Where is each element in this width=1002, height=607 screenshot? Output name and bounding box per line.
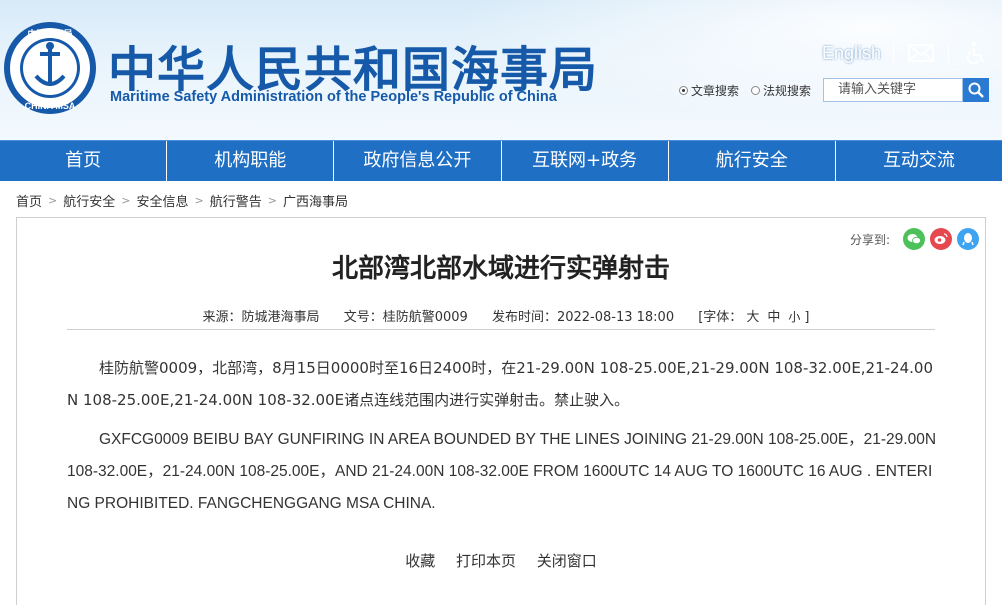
- article-source: 来源：防城港海事局: [202, 310, 320, 325]
- breadcrumb-item[interactable]: 安全信息: [136, 191, 188, 210]
- article-container: 分享到: 北部湾北部水域进行实弹射击 来源：防城港海事局 文号：桂防航警0009…: [16, 217, 986, 605]
- breadcrumb-item[interactable]: 首页: [16, 191, 42, 210]
- search-option-regulation[interactable]: 法规搜索: [751, 82, 811, 99]
- breadcrumb: 首页 > 航行安全 > 安全信息 > 航行警告 > 广西海事局: [16, 191, 348, 210]
- top-links: English: [822, 40, 991, 66]
- chevron-right-icon: >: [194, 194, 204, 207]
- share-bar: 分享到:: [850, 228, 979, 250]
- font-size-large[interactable]: 大: [746, 310, 759, 325]
- share-label: 分享到:: [849, 232, 890, 247]
- divider: [893, 43, 895, 63]
- msa-logo: 中国海事局 CHINA MSA: [4, 22, 96, 114]
- radio-unchecked[interactable]: [751, 85, 761, 95]
- logo-top-text: 中国海事局: [27, 28, 72, 40]
- font-size-small[interactable]: 小: [788, 310, 800, 324]
- main-nav: 首页 机构职能 政府信息公开 互联网+政务 航行安全 互动交流: [0, 140, 1002, 181]
- chevron-right-icon: >: [121, 194, 131, 207]
- search-bar: 文章搜索 法规搜索 请输入关键字: [679, 78, 990, 102]
- chevron-right-icon: >: [48, 194, 58, 207]
- article-body-cn: 桂防航警0009，北部湾，8月15日0000时至16日2400时，在21-29.…: [67, 359, 934, 409]
- search-option-article[interactable]: 文章搜索: [679, 82, 739, 99]
- chevron-right-icon: >: [267, 194, 277, 207]
- breadcrumb-item[interactable]: 广西海事局: [283, 191, 348, 210]
- breadcrumb-item[interactable]: 航行警告: [210, 191, 262, 210]
- site-header: 中国海事局 CHINA MSA 中华人民共和国海事局 Maritime Safe…: [0, 0, 1002, 140]
- favorite-link[interactable]: 收藏: [405, 552, 435, 570]
- divider: [67, 329, 935, 330]
- wechat-icon[interactable]: [903, 228, 925, 250]
- breadcrumb-item[interactable]: 航行安全: [63, 191, 115, 210]
- article-body-en: GXFCG0009 BEIBU BAY GUNFIRING IN AREA BO…: [67, 431, 937, 512]
- english-link[interactable]: English: [822, 43, 881, 64]
- divider: [948, 43, 950, 63]
- weibo-icon[interactable]: [930, 228, 952, 250]
- font-size-label: [字体：: [698, 310, 743, 325]
- article-actions: 收藏 打印本页 关闭窗口: [17, 550, 985, 571]
- search-input[interactable]: 请输入关键字: [823, 78, 964, 102]
- nav-interaction[interactable]: 互动交流: [836, 141, 1002, 181]
- radio-checked[interactable]: [679, 85, 688, 95]
- logo-bottom-text: CHINA MSA: [25, 101, 76, 111]
- nav-internet-gov[interactable]: 互联网+政务: [502, 141, 669, 181]
- search-option-label: 文章搜索: [691, 83, 740, 98]
- font-size-close: ]: [804, 310, 810, 325]
- article-title: 北部湾北部水域进行实弹射击: [331, 254, 670, 284]
- search-option-label: 法规搜索: [763, 83, 812, 98]
- print-link[interactable]: 打印本页: [456, 552, 516, 570]
- accessibility-icon[interactable]: [961, 40, 991, 66]
- article-publish-time: 发布时间：2022-08-13 18:00: [491, 310, 675, 325]
- article-doc-number: 文号：桂防航警0009: [343, 310, 468, 325]
- nav-gov-info[interactable]: 政府信息公开: [334, 141, 502, 181]
- nav-functions[interactable]: 机构职能: [167, 141, 335, 181]
- search-icon: [968, 82, 984, 98]
- site-title-en: Maritime Safety Administration of the Pe…: [110, 89, 557, 105]
- font-size-medium[interactable]: 中: [767, 310, 780, 325]
- close-window-link[interactable]: 关闭窗口: [537, 552, 597, 570]
- mail-icon[interactable]: [906, 40, 936, 66]
- article-meta: 来源：防城港海事局 文号：桂防航警0009 发布时间：2022-08-13 18…: [67, 306, 935, 325]
- search-button[interactable]: [963, 78, 990, 102]
- nav-navigation-safety[interactable]: 航行安全: [669, 141, 836, 181]
- nav-home[interactable]: 首页: [0, 141, 168, 181]
- qq-icon[interactable]: [957, 228, 979, 250]
